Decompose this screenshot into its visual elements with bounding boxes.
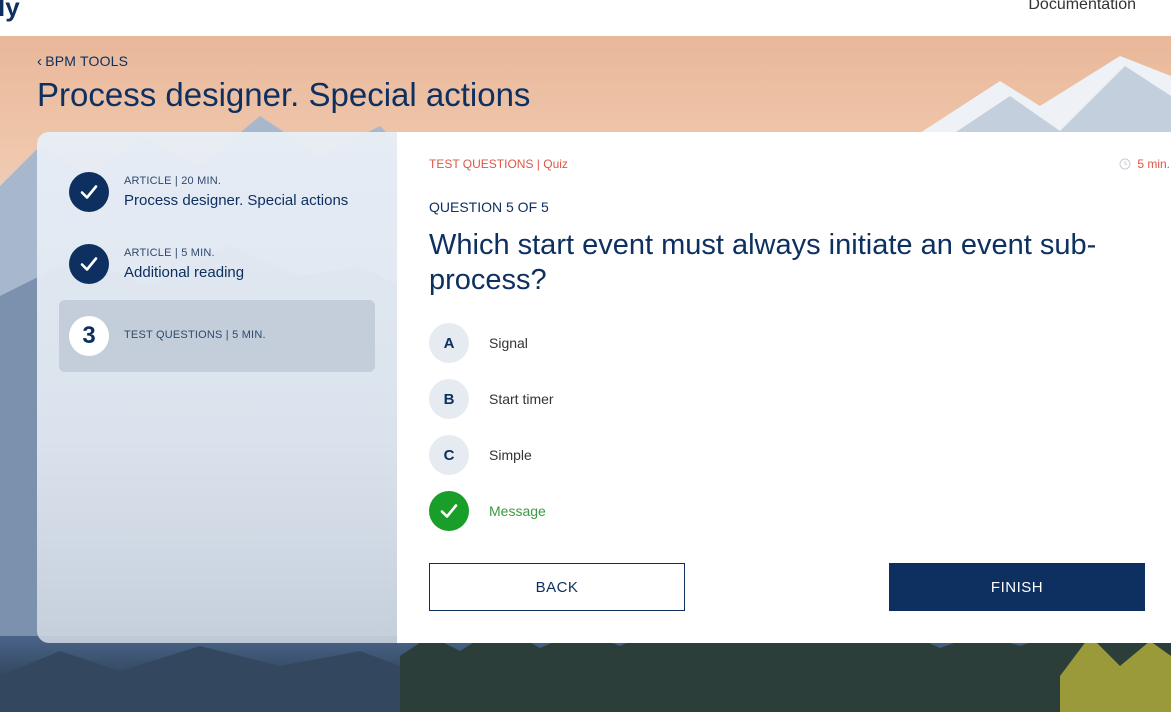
page-title: Process designer. Special actions — [37, 76, 531, 113]
check-icon — [429, 491, 469, 531]
logo[interactable]: ly — [0, 0, 20, 23]
breadcrumb-label[interactable]: BPM TOOLS — [45, 53, 128, 69]
question-counter: QUESTION 5 OF 5 — [429, 199, 549, 215]
finish-button[interactable]: FINISH — [889, 563, 1145, 611]
step-test-questions[interactable]: 3 TEST QUESTIONS | 5 MIN. — [59, 300, 375, 372]
breadcrumb[interactable]: ‹ BPM TOOLS — [37, 53, 128, 69]
lesson-card: ARTICLE | 20 MIN. Process designer. Spec… — [37, 132, 1171, 643]
quiz-duration: 5 min. — [1119, 157, 1170, 171]
duration-label: 5 min. — [1137, 157, 1170, 171]
answer-option-c[interactable]: C Simple — [429, 435, 829, 475]
step-name: Additional reading — [124, 264, 245, 281]
step-meta: ARTICLE | 20 MIN. — [124, 175, 222, 187]
quiz-tag: TEST QUESTIONS | Quiz — [429, 157, 568, 171]
step-article-1[interactable]: ARTICLE | 20 MIN. Process designer. Spec… — [59, 156, 375, 228]
check-icon — [69, 244, 109, 284]
back-button[interactable]: BACK — [429, 563, 685, 611]
option-text: Message — [489, 503, 546, 519]
option-letter: B — [429, 379, 469, 419]
option-letter: A — [429, 323, 469, 363]
clock-icon — [1119, 158, 1131, 170]
step-article-2[interactable]: ARTICLE | 5 MIN. Additional reading — [59, 228, 375, 300]
top-navbar: ly Documentation — [0, 0, 1171, 36]
option-text: Start timer — [489, 391, 554, 407]
lesson-steps-sidebar: ARTICLE | 20 MIN. Process designer. Spec… — [37, 132, 397, 643]
answer-option-b[interactable]: B Start timer — [429, 379, 829, 419]
check-icon — [69, 172, 109, 212]
option-text: Simple — [489, 447, 532, 463]
step-meta: TEST QUESTIONS | 5 MIN. — [124, 329, 266, 341]
step-meta: ARTICLE | 5 MIN. — [124, 247, 215, 259]
option-letter: C — [429, 435, 469, 475]
answer-option-d-selected[interactable]: Message — [429, 491, 829, 531]
documentation-link[interactable]: Documentation — [1028, 0, 1136, 14]
step-number-badge: 3 — [69, 316, 109, 356]
answer-option-a[interactable]: A Signal — [429, 323, 829, 363]
chevron-left-icon: ‹ — [37, 52, 43, 70]
option-text: Signal — [489, 335, 528, 351]
step-name: Process designer. Special actions — [124, 192, 349, 209]
quiz-panel: TEST QUESTIONS | Quiz 5 min. QUESTION 5 … — [397, 132, 1171, 643]
question-text: Which start event must always initiate a… — [429, 229, 1097, 296]
